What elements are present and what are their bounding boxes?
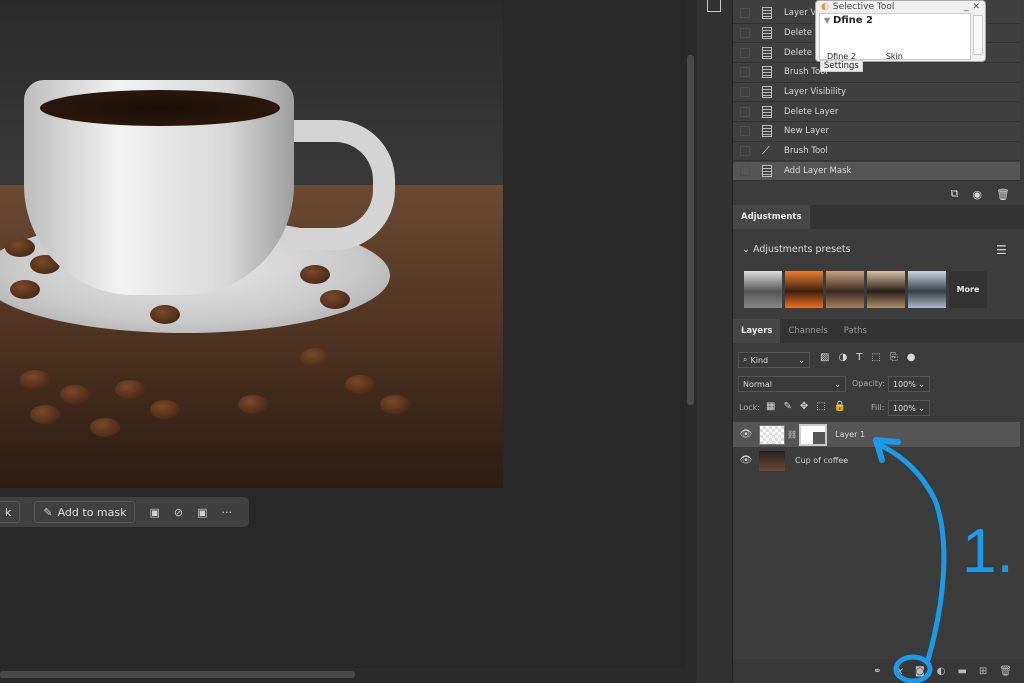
annotation-arrow	[877, 442, 947, 663]
annotation-circle	[893, 654, 933, 683]
annotation-step-number: 1.	[962, 517, 1014, 586]
annotation-overlay: 1.	[873, 437, 1014, 683]
